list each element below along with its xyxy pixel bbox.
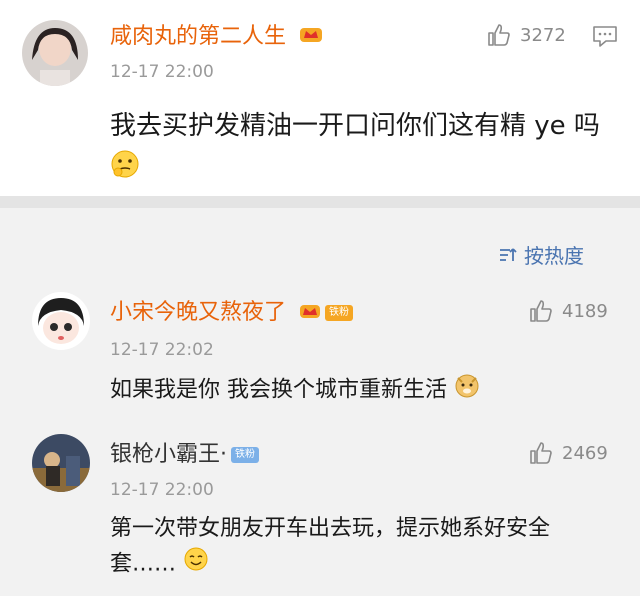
reply-username[interactable]: 小宋今晚又熬夜了 铁粉 xyxy=(110,300,354,326)
like-button[interactable]: 4189 xyxy=(528,298,608,324)
avatar[interactable] xyxy=(32,292,90,350)
fan-badge: 铁粉 xyxy=(231,447,259,463)
reply-icon[interactable] xyxy=(592,24,618,52)
avatar[interactable] xyxy=(22,20,88,86)
like-count: 4189 xyxy=(562,300,608,322)
reply-text: 第一次带女朋友开车出去玩，提示她系好安全套…… xyxy=(110,512,610,583)
reply-time: 12-17 22:02 xyxy=(110,340,214,360)
comment-username[interactable]: 咸肉丸的第二人生 xyxy=(110,24,323,50)
reply-username[interactable]: 银枪小霸王· 铁粉 xyxy=(110,442,259,468)
like-button[interactable]: 3272 xyxy=(486,22,566,48)
vip-crown-icon xyxy=(299,300,321,326)
vip-crown-icon xyxy=(299,24,323,50)
thumbs-up-icon xyxy=(488,24,510,46)
fan-badge: 铁粉 xyxy=(325,305,354,321)
like-button[interactable]: 2469 xyxy=(528,440,608,466)
like-count: 3272 xyxy=(520,24,566,46)
avatar[interactable] xyxy=(32,434,90,492)
reply-text: 如果我是你 我会换个城市重新生活 xyxy=(110,372,610,409)
thumbs-up-icon xyxy=(530,442,552,464)
thinking-emoji-icon xyxy=(110,149,140,193)
smile-emoji-icon xyxy=(183,546,209,583)
thumbs-up-icon xyxy=(530,300,552,322)
comment-text: 我去买护发精油一开口问你们这有精 ye 吗 xyxy=(110,104,610,193)
main-comment: 咸肉丸的第二人生 12-17 22:00 我去买护发精油一开口问你们这有精 ye… xyxy=(0,0,640,196)
like-count: 2469 xyxy=(562,442,608,464)
sort-by-hot-button[interactable]: 按热度 xyxy=(498,240,584,269)
sort-label: 按热度 xyxy=(524,244,584,268)
comment-time: 12-17 22:00 xyxy=(110,62,214,82)
reply-time: 12-17 22:00 xyxy=(110,480,214,500)
sort-icon xyxy=(500,247,517,261)
section-divider xyxy=(0,196,640,208)
doge-emoji-icon xyxy=(454,372,480,409)
